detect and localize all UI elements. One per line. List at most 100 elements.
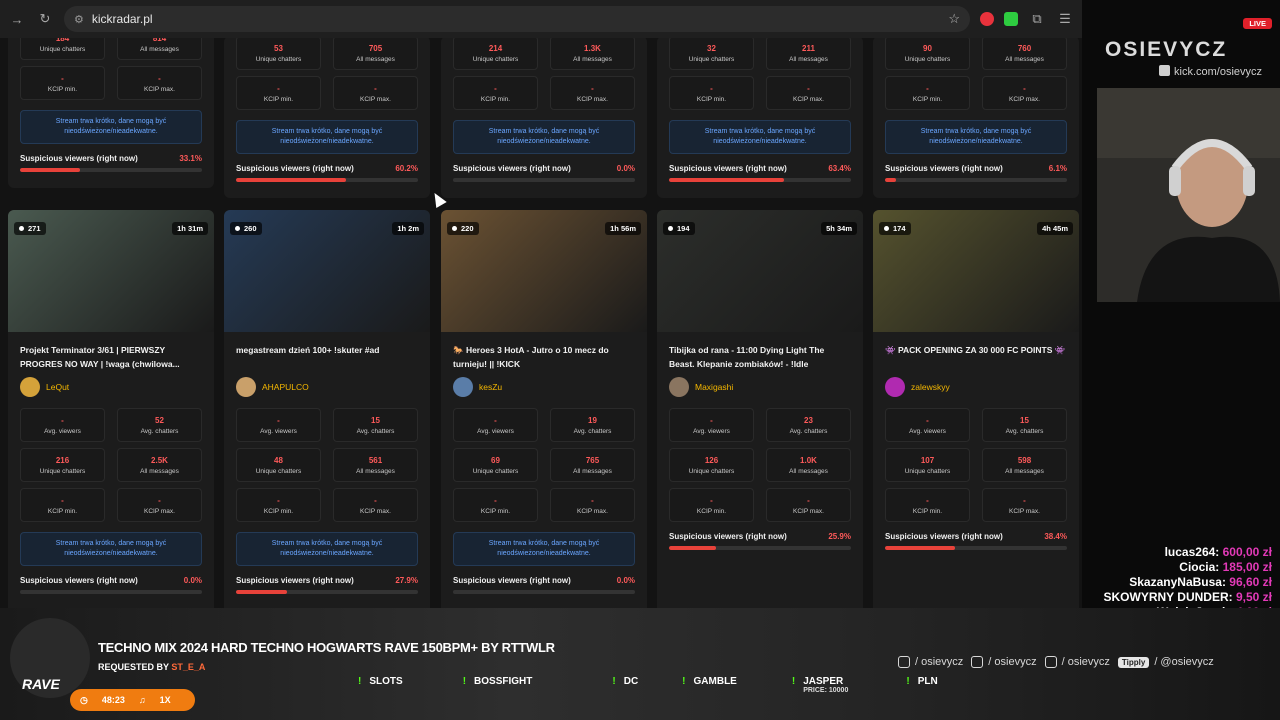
stat-box: 107 Unique chatters (885, 448, 970, 482)
command-name: SLOTS (369, 676, 403, 687)
streamer-info[interactable]: kesZu (441, 376, 647, 398)
streamer-info[interactable]: LeQut (8, 376, 214, 398)
stream-thumbnail[interactable]: 271 1h 31m (8, 210, 214, 332)
stream-title[interactable]: megastream dzień 100+ !skuter #ad (224, 344, 430, 374)
stream-card: 214 Unique chatters 1.3K All messages - KCIP … (441, 38, 647, 198)
streamer-name[interactable]: LeQut (46, 382, 69, 392)
suspicious-bar-fill (885, 177, 897, 182)
stat-value: - (1023, 83, 1026, 93)
stat-value: 126 (704, 455, 719, 465)
stream-title[interactable]: 👾 PACK OPENING ZA 30 000 FC POINTS 👾 (873, 344, 1079, 374)
stream-card[interactable]: 194 5h 34m Tibijka od rana - 11:00 Dying L… (657, 210, 863, 608)
stat-label: KCIP min. (696, 507, 727, 515)
viewer-count-badge: 194 (663, 222, 695, 235)
stream-thumbnail[interactable]: 220 1h 56m (441, 210, 647, 332)
stat-label: KCIP max. (360, 507, 391, 515)
suspicious-percent: 60.2% (395, 163, 418, 173)
stats-grid: - Avg. viewers 15 Avg. chatters 107 Unique ch… (873, 408, 1079, 522)
stat-box: - KCIP max. (333, 488, 418, 522)
streamer-avatar[interactable] (669, 377, 689, 397)
streamer-info[interactable]: AHAPULCO (224, 376, 430, 398)
bookmark-star-icon[interactable]: ☆ (948, 11, 960, 27)
suspicious-viewers: Suspicious viewers (right now) 27.9% (224, 576, 430, 585)
duration-badge: 1h 31m (172, 222, 208, 235)
tipply-icon: Tipply (1117, 656, 1150, 668)
stat-value: - (277, 83, 280, 93)
reading-list-icon[interactable]: ☰ (1056, 10, 1074, 28)
reload-icon[interactable]: ↻ (36, 10, 54, 28)
stat-value: - (710, 83, 713, 93)
stat-box: - Avg. viewers (885, 408, 970, 442)
stat-label: KCIP min. (47, 85, 78, 93)
streamer-name[interactable]: kesZu (479, 382, 502, 392)
streamer-name[interactable]: AHAPULCO (262, 382, 309, 392)
suspicious-percent: 38.4% (1044, 532, 1067, 541)
donation-amount: 96,60 zł (1229, 575, 1272, 589)
stat-value: - (61, 495, 64, 505)
stat-box: - KCIP min. (236, 76, 321, 110)
stat-box: - Avg. viewers (20, 408, 105, 442)
exclamation-icon: ! (462, 676, 467, 687)
streamer-avatar[interactable] (236, 377, 256, 397)
stat-label: Avg. viewers (260, 427, 297, 435)
streamer-avatar[interactable] (885, 377, 905, 397)
donation-amount: 9,50 zł (1235, 590, 1272, 604)
suspicious-viewers: Suspicious viewers (right now) 0.0% (8, 576, 214, 585)
stat-box: 598 All messages (982, 448, 1067, 482)
stream-card: 53 Unique chatters 705 All messages - KCIP mi… (224, 38, 430, 198)
url-text: kickradar.pl (91, 12, 153, 26)
suspicious-bar-fill (20, 167, 81, 172)
stream-card[interactable]: 220 1h 56m 🐎 Heroes 3 HotA - Jutro o 10 me… (441, 210, 647, 608)
stream-card[interactable]: 271 1h 31m Projekt Terminator 3/61 | PIERW… (8, 210, 214, 608)
suspicious-percent: 33.1% (179, 153, 202, 163)
stream-title[interactable]: Tibijka od rana - 11:00 Dying Light The … (657, 344, 863, 374)
suspicious-label: Suspicious viewers (right now) (236, 575, 354, 585)
site-info-icon[interactable]: ⚙ (74, 13, 84, 26)
extension-icon[interactable] (1004, 12, 1018, 26)
stats-grid: 32 Unique chatters 211 All messages - KCIP mi… (657, 38, 863, 110)
exclamation-icon: ! (358, 676, 362, 687)
command-name: PLN (917, 676, 938, 687)
stat-value: - (61, 73, 64, 83)
forward-icon[interactable]: → (8, 10, 26, 28)
suspicious-bar (453, 177, 635, 182)
stream-card[interactable]: 260 1h 2m megastream dzień 100+ !skuter #a… (224, 210, 430, 608)
streamer-avatar[interactable] (453, 377, 473, 397)
suspicious-label: Suspicious viewers (right now) (885, 163, 1003, 173)
streamer-info[interactable]: Maxigashi (657, 376, 863, 398)
stream-title[interactable]: 🐎 Heroes 3 HotA - Jutro o 10 mecz do tur… (441, 344, 647, 374)
suspicious-viewers: Suspicious viewers (right now) 0.0% (441, 164, 647, 173)
streamer-info[interactable]: zalewskyy (873, 376, 1079, 398)
suspicious-label: Suspicious viewers (right now) (453, 163, 571, 173)
stat-value: - (61, 415, 64, 425)
stat-value: - (158, 73, 161, 83)
streamer-name[interactable]: zalewskyy (911, 382, 950, 392)
chat-command: ! SLOTS (358, 676, 403, 694)
command-name: DC (623, 676, 639, 687)
stream-thumbnail[interactable]: 194 5h 34m (657, 210, 863, 332)
duration-badge: 4h 45m (1037, 222, 1073, 235)
stream-card: 90 Unique chatters 760 All messages - KCIP mi… (873, 38, 1079, 198)
extensions-puzzle-icon[interactable]: ⧉ (1028, 10, 1046, 28)
stat-label: All messages (573, 467, 612, 475)
browser-window: → ↻ ⚙ kickradar.pl ☆ ⧉ ☰ 184 Unique chatt… (0, 0, 1082, 608)
chat-command: ! JASPER PRICE: 10000 (792, 676, 848, 694)
stat-box: 184 Unique chatters (20, 38, 105, 60)
stat-value: - (591, 83, 594, 93)
stat-label: KCIP max. (577, 507, 608, 515)
short-stream-notice: Stream trwa krótko, dane mogą być nieodś… (20, 532, 202, 566)
short-stream-notice: Stream trwa krótko, dane mogą być nieodś… (453, 532, 635, 566)
address-bar[interactable]: ⚙ kickradar.pl ☆ (64, 6, 970, 32)
streamer-name[interactable]: Maxigashi (695, 382, 733, 392)
stream-thumbnail[interactable]: 174 4h 45m (873, 210, 1079, 332)
stream-title[interactable]: Projekt Terminator 3/61 | PIERWSZY PROGR… (8, 344, 214, 374)
short-stream-notice: Stream trwa krótko, dane mogą być nieodś… (453, 120, 635, 154)
stream-card[interactable]: 174 4h 45m 👾 PACK OPENING ZA 30 000 FC POI… (873, 210, 1079, 608)
extension-icon[interactable] (980, 12, 994, 26)
streamer-avatar[interactable] (20, 377, 40, 397)
stat-box: 2.5K All messages (117, 448, 202, 482)
donor-name: lucas264: (1164, 545, 1223, 559)
stream-thumbnail[interactable]: 260 1h 2m (224, 210, 430, 332)
song-count: 1X (159, 695, 171, 705)
stat-value: - (926, 495, 929, 505)
